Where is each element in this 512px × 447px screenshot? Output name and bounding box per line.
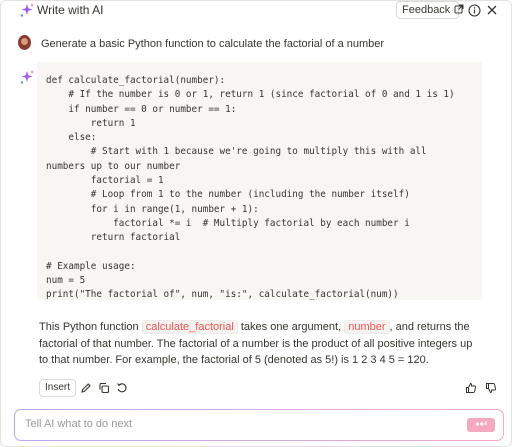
panel-title: Write with AI	[37, 3, 104, 17]
avatar	[18, 35, 31, 50]
sparkle-icon	[19, 2, 35, 23]
inline-code-function: calculate_factorial	[141, 320, 238, 334]
send-button[interactable]	[467, 418, 495, 432]
feedback-button[interactable]: Feedback	[396, 1, 464, 19]
thumbs-up-icon[interactable]	[464, 381, 478, 395]
close-icon[interactable]	[485, 3, 499, 17]
external-link-icon	[454, 4, 464, 17]
copy-icon[interactable]	[97, 381, 111, 395]
explanation-text: This Python function	[39, 321, 142, 333]
info-icon[interactable]	[467, 3, 481, 17]
insert-button[interactable]: Insert	[39, 379, 77, 397]
edit-icon[interactable]	[79, 381, 93, 395]
code-text: def calculate_factorial(number): # If th…	[46, 75, 455, 301]
ai-panel: Write with AI Feedback Generate a basic …	[0, 0, 512, 447]
send-icon	[474, 416, 488, 434]
code-block[interactable]: def calculate_factorial(number): # If th…	[37, 62, 482, 300]
ai-input-box	[15, 410, 503, 440]
ai-sparkle-icon	[19, 69, 35, 90]
feedback-label: Feedback	[402, 4, 451, 16]
ai-prompt-input[interactable]	[25, 418, 445, 430]
explanation-text: takes one argument,	[237, 321, 345, 333]
user-prompt: Generate a basic Python function to calc…	[41, 38, 385, 50]
response-explanation: This Python function calculate_factorial…	[39, 319, 479, 369]
thumbs-down-icon[interactable]	[484, 381, 498, 395]
inline-code-argument: number	[344, 320, 390, 334]
ai-input-container	[14, 409, 504, 441]
panel-header: Write with AI Feedback	[1, 1, 511, 21]
retry-icon[interactable]	[115, 381, 129, 395]
